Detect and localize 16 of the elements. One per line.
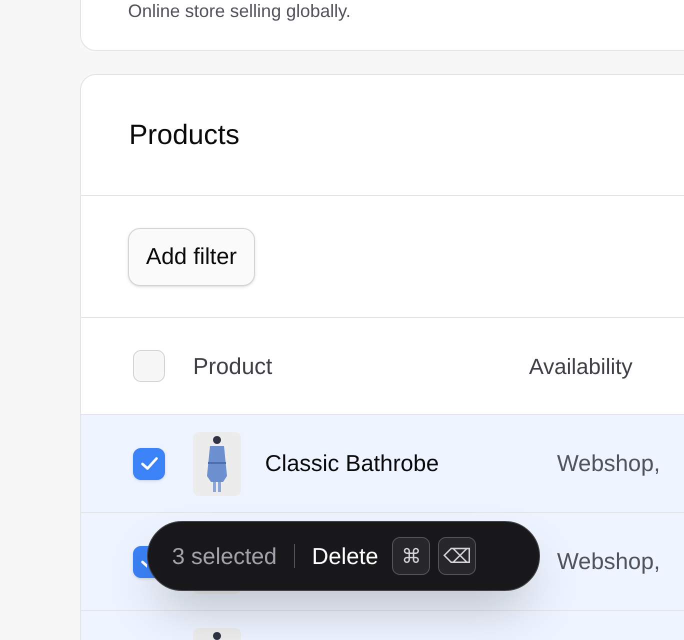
availability-cell-text: Webshop, xyxy=(557,449,660,478)
checkbox[interactable] xyxy=(133,448,165,480)
shortcut-key: ⌘ xyxy=(392,537,430,575)
availability-cell-text: Webshop, xyxy=(557,547,660,576)
selection-count: 3 selected xyxy=(172,542,277,571)
store-description: Online store selling globally. xyxy=(128,0,352,22)
add-filter-button[interactable]: Add filter xyxy=(128,228,255,286)
checkbox[interactable] xyxy=(133,350,165,382)
column-header: Product xyxy=(193,352,274,381)
delete-button[interactable]: Delete xyxy=(312,538,378,574)
shortcut-key: ⌫ xyxy=(438,537,476,575)
table-row[interactable]: Classic Bathrobe Webshop, xyxy=(81,415,684,513)
product-name: Classic Bathrobe xyxy=(265,450,439,476)
column-header: Availability xyxy=(529,352,633,381)
products-title: Products xyxy=(129,118,240,152)
checkmark-icon xyxy=(140,457,158,470)
